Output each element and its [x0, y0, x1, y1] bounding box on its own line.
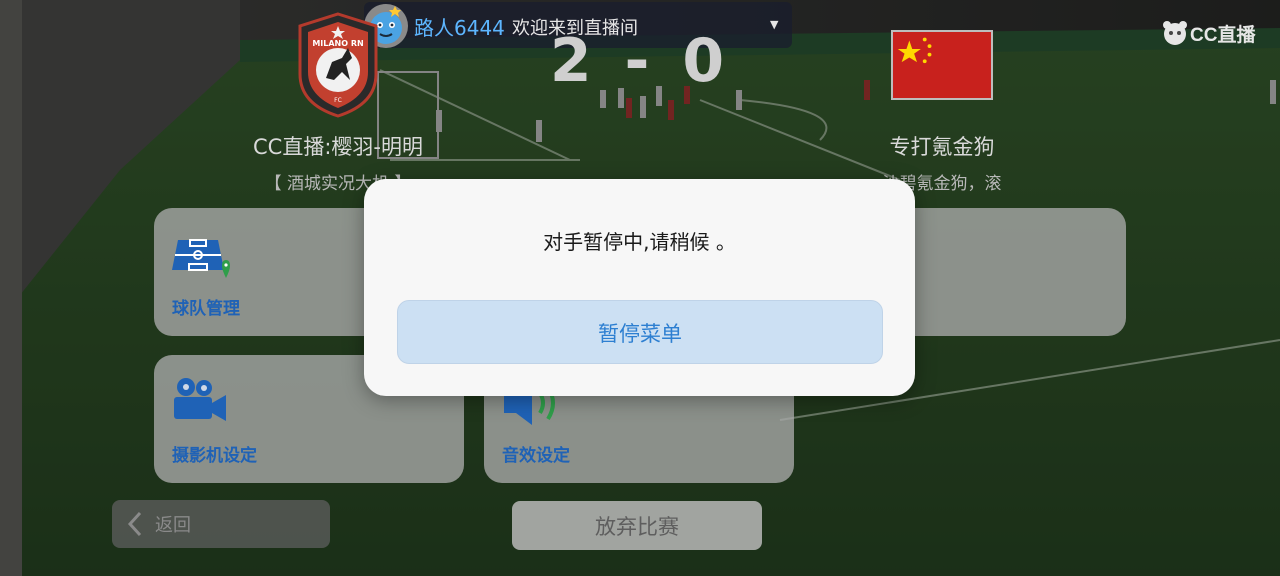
pause-menu-button-label: 暂停菜单	[598, 322, 682, 346]
forfeit-match-label: 放弃比赛	[595, 515, 679, 539]
back-button[interactable]	[112, 500, 330, 548]
video-camera-icon	[174, 378, 226, 421]
crest-text: MILANO RN	[312, 39, 363, 48]
back-button-label: 返回	[155, 515, 191, 536]
chevron-down-icon[interactable]: ▼	[770, 18, 778, 31]
chevron-left-icon	[127, 511, 142, 537]
cc-live-logo-text: CC直播	[1190, 25, 1256, 46]
viewer-name: 路人6444	[414, 16, 505, 40]
crest-fc-text: FC	[334, 97, 342, 104]
home-team-crest: MILANO RN FC	[298, 12, 378, 118]
cc-live-logo-icon	[1163, 21, 1187, 45]
team-management-label: 球队管理	[172, 299, 240, 319]
match-score: 2 - 0	[549, 26, 731, 96]
formation-icon	[172, 239, 230, 278]
away-team-name: 专打氪金狗	[889, 135, 995, 159]
dialog-message: 对手暂停中,请稍候 。	[543, 230, 736, 254]
china-flag-icon	[891, 30, 993, 100]
camera-settings-label: 摄影机设定	[172, 446, 257, 466]
sound-settings-label: 音效设定	[502, 446, 570, 466]
home-team-name: CC直播:樱羽-明明	[253, 135, 423, 159]
